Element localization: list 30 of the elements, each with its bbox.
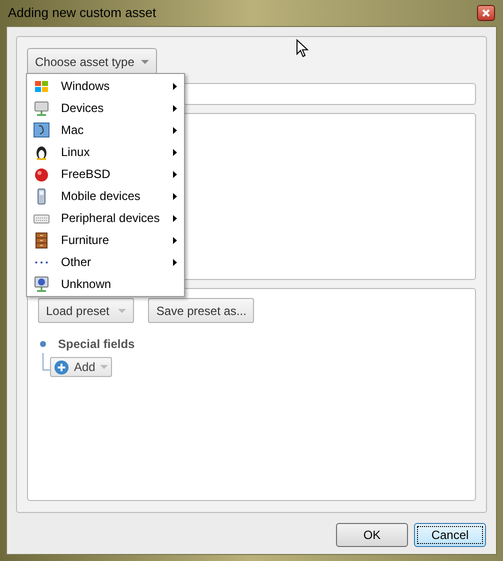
preset-button[interactable]: Save preset as...: [148, 298, 254, 323]
tree-node-icon: [40, 341, 46, 347]
window-title: Adding new custom asset: [8, 4, 156, 22]
close-icon: [482, 9, 490, 17]
asset-type-dropdown[interactable]: Choose asset type: [27, 48, 158, 75]
dialog-button[interactable]: Cancel: [414, 523, 486, 547]
plus-icon: [54, 360, 69, 374]
menu-item[interactable]: Mac: [27, 119, 184, 141]
menu-item[interactable]: Peripheral devices: [27, 207, 184, 229]
menu-item[interactable]: Furniture: [27, 229, 184, 251]
menu-item[interactable]: Devices: [27, 97, 184, 119]
menu-item[interactable]: Mobile devices: [27, 185, 184, 207]
ellipsis-icon: [35, 260, 48, 264]
close-button[interactable]: [477, 5, 495, 21]
monitor-icon: [33, 100, 50, 116]
menu-item[interactable]: Other: [27, 251, 184, 273]
section-label: Special fields: [58, 336, 135, 353]
mouse-pointer-icon: [296, 39, 309, 58]
dialog-button[interactable]: OK: [336, 523, 408, 547]
preset-button[interactable]: Load preset: [38, 298, 134, 323]
menu-item[interactable]: Unknown: [27, 273, 184, 295]
add-button[interactable]: Add: [50, 357, 112, 377]
ball-icon: [33, 166, 50, 182]
menu-item[interactable]: FreeBSD: [27, 163, 184, 185]
menu-item[interactable]: Linux: [27, 141, 184, 163]
question-monitor-icon: [33, 276, 50, 292]
caret-icon: [100, 365, 108, 369]
caret-icon: [141, 60, 150, 64]
menu-item[interactable]: Windows: [27, 75, 184, 97]
cabinet-icon: [33, 232, 50, 248]
